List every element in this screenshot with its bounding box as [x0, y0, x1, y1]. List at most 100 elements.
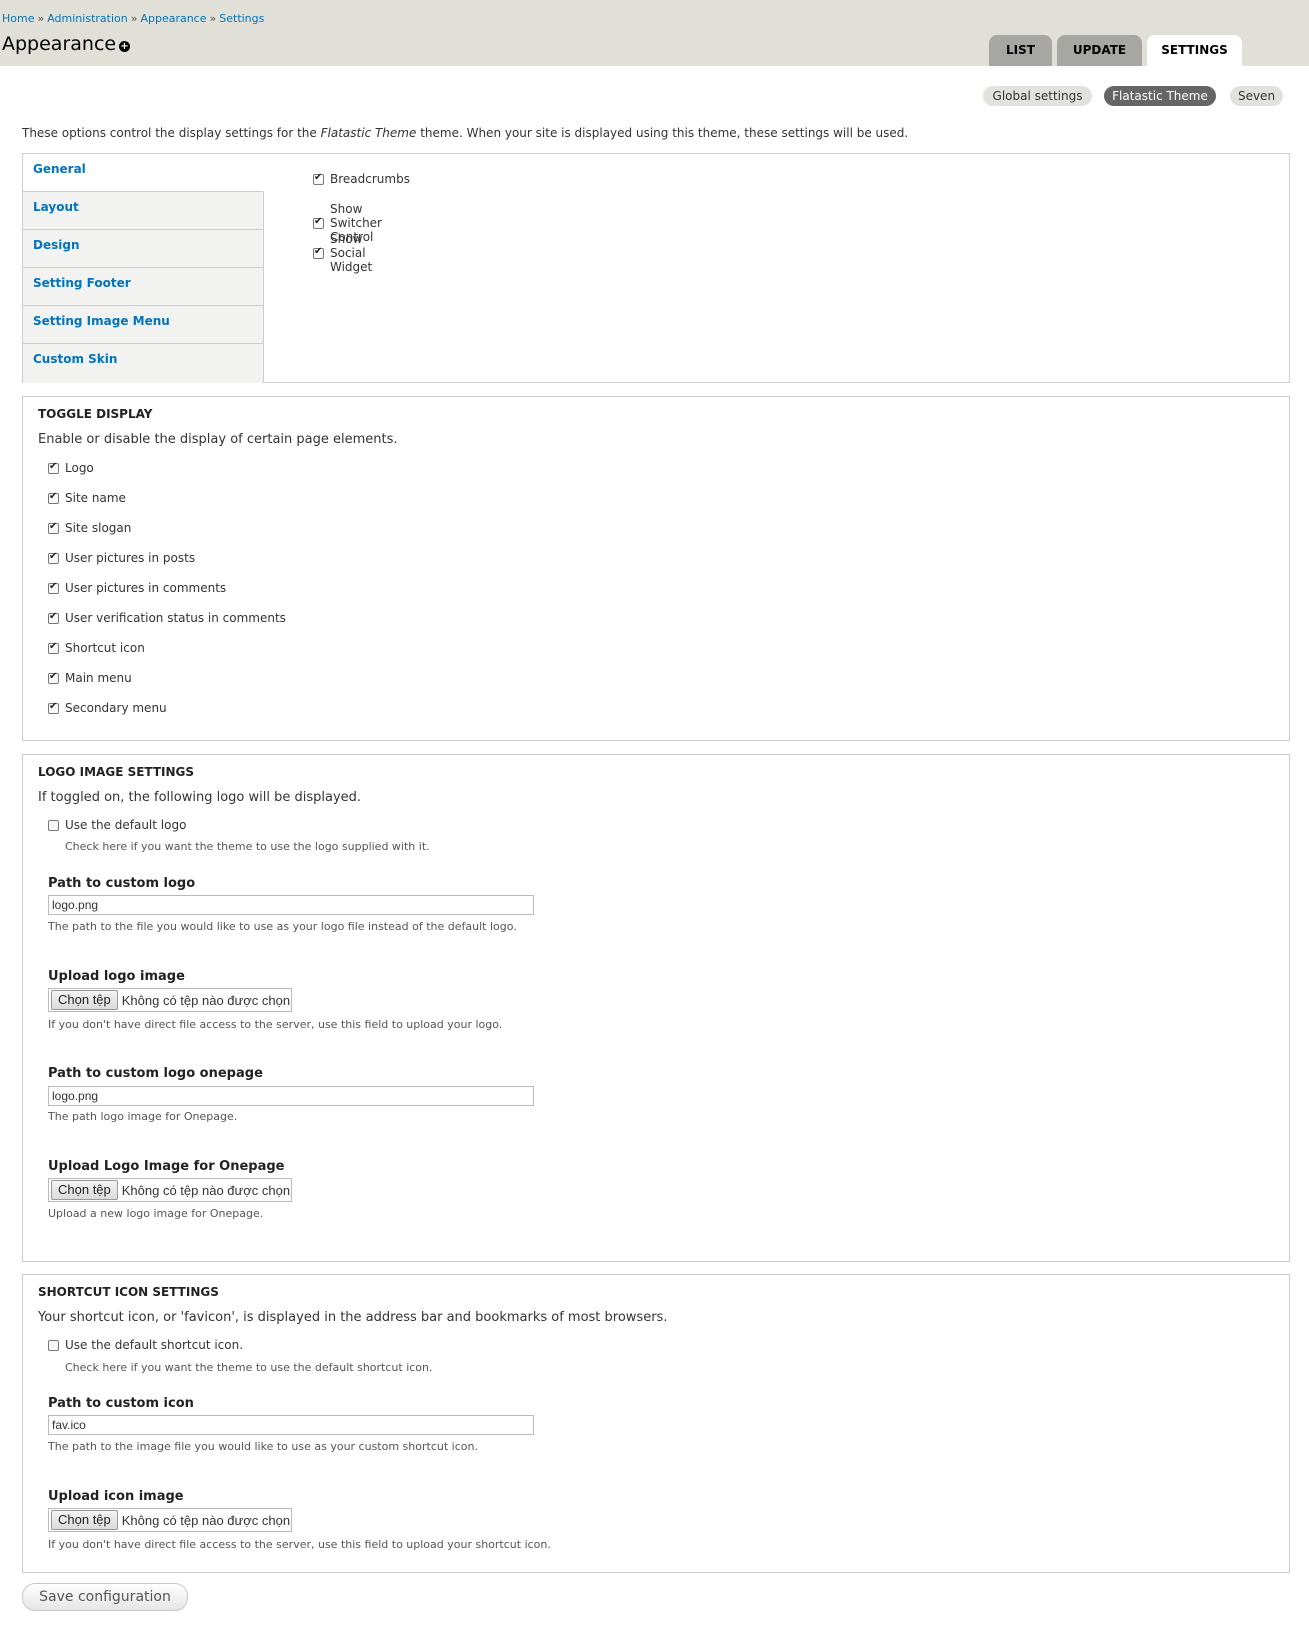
checkbox-default-shortcut-icon[interactable]: Use the default shortcut icon.	[48, 1338, 243, 1352]
checkbox-box[interactable]	[48, 819, 59, 831]
upload-logo-file-input[interactable]: Chọn tệp Không có tệp nào được chọn	[48, 988, 292, 1012]
breadcrumb-home[interactable]: Home	[2, 12, 34, 25]
upload-logo-onepage-help: Upload a new logo image for Onepage.	[48, 1207, 264, 1220]
subtab-global-settings[interactable]: Global settings	[983, 86, 1092, 106]
intro-after: theme. When your site is displayed using…	[416, 126, 909, 140]
file-status: Không có tệp nào được chọn	[121, 1182, 291, 1198]
logo-settings-fieldset: LOGO IMAGE SETTINGS If toggled on, the f…	[22, 754, 1290, 1262]
intro-before: These options control the display settin…	[22, 126, 321, 140]
choose-file-button[interactable]: Chọn tệp	[51, 1180, 118, 1200]
checkbox-box[interactable]	[48, 551, 59, 564]
page-title: Appearance	[2, 33, 117, 55]
checkbox-label: Use the default logo	[65, 818, 187, 832]
breadcrumb-administration[interactable]: Administration	[47, 12, 128, 25]
checkbox-box[interactable]	[48, 1339, 59, 1351]
breadcrumb-appearance[interactable]: Appearance	[140, 12, 206, 25]
checkbox-box[interactable]	[48, 461, 59, 474]
checkbox-box[interactable]	[313, 172, 324, 185]
checkbox-site-slogan[interactable]: Site slogan	[48, 521, 131, 535]
subtab-seven[interactable]: Seven	[1230, 86, 1283, 106]
tab-update[interactable]: UPDATE	[1057, 35, 1142, 66]
fieldset-description: If toggled on, the following logo will b…	[38, 790, 362, 805]
upload-logo-help: If you don't have direct file access to …	[48, 1018, 503, 1031]
checkbox-default-logo[interactable]: Use the default logo	[48, 818, 186, 832]
vtab-setting-footer[interactable]: Setting Footer	[23, 268, 263, 306]
checkbox-label: Use the default shortcut icon.	[65, 1338, 244, 1352]
checkbox-box[interactable]	[48, 671, 59, 684]
fieldset-legend: LOGO IMAGE SETTINGS	[38, 765, 195, 779]
upload-logo-onepage-file-input[interactable]: Chọn tệp Không có tệp nào được chọn	[48, 1178, 292, 1202]
checkbox-label: User pictures in comments	[65, 581, 227, 595]
checkbox-logo[interactable]: Logo	[48, 461, 94, 475]
checkbox-label: User verification status in comments	[65, 611, 286, 625]
upload-icon-help: If you don't have direct file access to …	[48, 1538, 551, 1551]
checkbox-label: User pictures in posts	[65, 551, 196, 565]
path-custom-icon-help: The path to the image file you would lik…	[48, 1440, 478, 1453]
checkbox-box[interactable]	[48, 611, 59, 624]
checkbox-label: Shortcut icon	[65, 641, 145, 655]
checkbox-user-pictures-posts[interactable]: User pictures in posts	[48, 551, 195, 565]
path-custom-icon-input[interactable]	[48, 1415, 534, 1435]
fieldset-legend: TOGGLE DISPLAY	[38, 407, 153, 421]
subtab-flatastic-theme[interactable]: Flatastic Theme	[1104, 86, 1216, 106]
breadcrumb: Home» Administration» Appearance» Settings	[2, 12, 264, 25]
file-status: Không có tệp nào được chọn	[121, 1512, 291, 1528]
save-configuration-button[interactable]: Save configuration	[22, 1583, 188, 1611]
checkbox-box[interactable]	[48, 491, 59, 504]
path-logo-onepage-help: The path logo image for Onepage.	[48, 1110, 238, 1123]
upload-logo-onepage-label: Upload Logo Image for Onepage	[48, 1159, 285, 1174]
checkbox-label: Breadcrumbs	[330, 172, 410, 186]
vtab-custom-skin[interactable]: Custom Skin	[23, 344, 263, 382]
path-custom-logo-input[interactable]	[48, 895, 534, 915]
tab-list[interactable]: LIST	[989, 35, 1052, 66]
upload-icon-label: Upload icon image	[48, 1489, 184, 1504]
vertical-tabs: General Layout Design Setting Footer Set…	[22, 153, 1290, 383]
checkbox-label: Site slogan	[65, 521, 132, 535]
checkbox-label: Main menu	[65, 671, 132, 685]
path-custom-logo-label: Path to custom logo	[48, 876, 196, 891]
fieldset-legend: SHORTCUT ICON SETTINGS	[38, 1285, 219, 1299]
checkbox-show-social-widget[interactable]: Show Social Widget	[313, 232, 372, 274]
checkbox-user-verification[interactable]: User verification status in comments	[48, 611, 286, 625]
default-logo-help: Check here if you want the theme to use …	[65, 840, 430, 853]
breadcrumb-separator: »	[209, 12, 217, 25]
vtab-layout[interactable]: Layout	[23, 192, 263, 230]
intro-theme-name: Flatastic Theme	[320, 126, 417, 140]
vtab-design[interactable]: Design	[23, 230, 263, 268]
path-custom-icon-label: Path to custom icon	[48, 1396, 194, 1411]
default-icon-help: Check here if you want the theme to use …	[65, 1361, 433, 1374]
vertical-tab-list: General Layout Design Setting Footer Set…	[23, 154, 264, 383]
fieldset-description: Enable or disable the display of certain…	[38, 432, 398, 447]
toggle-display-fieldset: TOGGLE DISPLAY Enable or disable the dis…	[22, 396, 1290, 741]
upload-logo-label: Upload logo image	[48, 969, 185, 984]
upload-icon-file-input[interactable]: Chọn tệp Không có tệp nào được chọn	[48, 1508, 292, 1532]
intro-text: These options control the display settin…	[22, 126, 908, 140]
header-bar: Home» Administration» Appearance» Settings …	[0, 0, 1309, 66]
checkbox-box[interactable]	[48, 701, 59, 714]
checkbox-box[interactable]	[313, 246, 324, 259]
checkbox-breadcrumbs[interactable]: Breadcrumbs	[313, 172, 410, 186]
path-logo-onepage-label: Path to custom logo onepage	[48, 1066, 263, 1081]
fieldset-description: Your shortcut icon, or 'favicon', is dis…	[38, 1310, 668, 1325]
checkbox-secondary-menu[interactable]: Secondary menu	[48, 701, 167, 715]
checkbox-label: Show Social Widget	[330, 232, 373, 274]
breadcrumb-settings[interactable]: Settings	[219, 12, 264, 25]
choose-file-button[interactable]: Chọn tệp	[51, 1510, 118, 1530]
vtab-general[interactable]: General	[23, 154, 264, 192]
path-logo-onepage-input[interactable]	[48, 1086, 534, 1106]
path-custom-logo-help: The path to the file you would like to u…	[48, 920, 517, 933]
checkbox-user-pictures-comments[interactable]: User pictures in comments	[48, 581, 226, 595]
checkbox-box[interactable]	[313, 216, 324, 229]
tab-settings[interactable]: SETTINGS	[1147, 35, 1242, 66]
breadcrumb-separator: »	[130, 12, 138, 25]
file-status: Không có tệp nào được chọn	[121, 992, 291, 1008]
checkbox-box[interactable]	[48, 581, 59, 594]
checkbox-box[interactable]	[48, 521, 59, 534]
checkbox-box[interactable]	[48, 641, 59, 654]
add-shortcut-icon[interactable]: +	[119, 41, 130, 52]
checkbox-site-name[interactable]: Site name	[48, 491, 126, 505]
checkbox-shortcut-icon[interactable]: Shortcut icon	[48, 641, 145, 655]
choose-file-button[interactable]: Chọn tệp	[51, 990, 118, 1010]
vtab-setting-image-menu[interactable]: Setting Image Menu	[23, 306, 263, 344]
checkbox-main-menu[interactable]: Main menu	[48, 671, 132, 685]
